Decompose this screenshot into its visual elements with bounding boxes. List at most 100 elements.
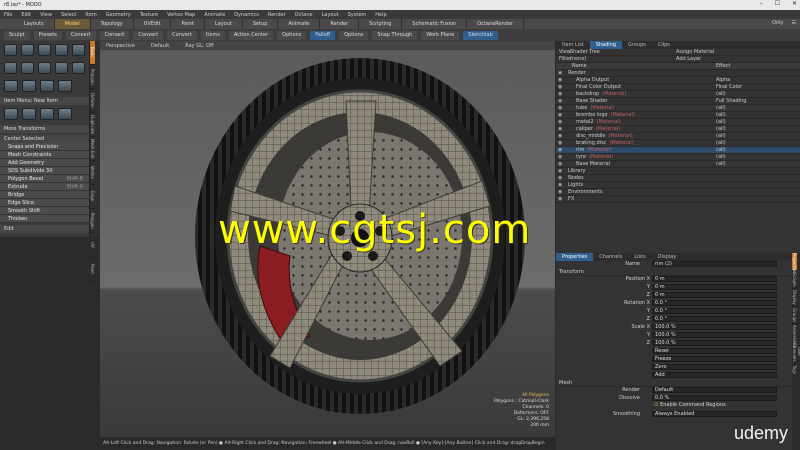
eye-icon[interactable]: ◉ <box>558 140 562 147</box>
menu-vertex-map[interactable]: Vertex Map <box>167 12 195 18</box>
shader-tab-shading[interactable]: Shading <box>589 41 623 49</box>
props-side-tab-groups[interactable]: Groups <box>792 307 797 325</box>
tool-extrude[interactable]: Extrude Shift-X <box>0 183 89 191</box>
side-tab-mesh-edit[interactable]: Mesh Edit <box>90 137 95 161</box>
shader-row[interactable]: ◉ rim (Material) (all) <box>556 147 800 154</box>
tab-setup[interactable]: Setup <box>243 19 279 29</box>
eye-icon[interactable]: ◉ <box>558 175 562 182</box>
eye-icon[interactable]: ◉ <box>558 189 562 196</box>
transform-icon[interactable] <box>58 108 72 120</box>
shader-row[interactable]: ◉ backdrop (Material) (all) <box>556 91 800 98</box>
filter-dropdown[interactable]: (none) <box>570 56 586 63</box>
props-side-tab-display[interactable]: Display <box>792 289 797 307</box>
scale-icon[interactable] <box>40 108 54 120</box>
toolbar-falloff-button[interactable]: Falloff <box>310 30 336 40</box>
transform-field[interactable]: 100.0 % <box>652 324 777 330</box>
shader-row[interactable]: ◉ Alpha Output Alpha <box>556 77 800 84</box>
props-tab-channels[interactable]: Channels <box>593 253 628 261</box>
tool-mesh-constraints[interactable]: Mesh Constraints <box>0 151 89 159</box>
toolbar-convert-button[interactable]: Convert <box>65 30 96 40</box>
cone-icon[interactable] <box>55 44 68 56</box>
more-transforms[interactable]: More Transforms <box>0 125 89 133</box>
transform-field[interactable]: 0.0 ° <box>652 300 777 306</box>
props-side-tab-properties[interactable]: Properties <box>792 253 797 273</box>
shader-tab-item-list[interactable]: Item List <box>556 41 590 49</box>
side-tab-duplicate[interactable]: Duplicate <box>90 113 95 137</box>
menu-system[interactable]: System <box>348 12 367 18</box>
3d-viewport[interactable]: Perspective Default Ray GL: Off www.cgts… <box>100 41 555 437</box>
shader-row[interactable]: ◉ tyre (Material) (all) <box>556 154 800 161</box>
eye-icon[interactable]: ◉ <box>558 91 562 98</box>
props-side-tab-tags[interactable]: Tags <box>792 361 797 379</box>
tool-smooth-shift[interactable]: Smooth Shift <box>0 207 89 215</box>
rotate-icon[interactable] <box>22 108 36 120</box>
menu-select[interactable]: Select <box>61 12 76 18</box>
tab-layouts[interactable]: Layouts <box>14 19 55 29</box>
side-tab-edge[interactable]: Edge <box>90 185 95 209</box>
menu-octane[interactable]: Octane <box>295 12 313 18</box>
transform-reset-button[interactable]: Reset <box>652 348 777 354</box>
view-style[interactable]: Default <box>151 43 169 49</box>
eye-icon[interactable]: ◉ <box>558 84 562 91</box>
tool-add-geometry[interactable]: Add Geometry <box>0 159 89 167</box>
transform-zero-button[interactable]: Zero <box>652 364 777 370</box>
eye-icon[interactable]: ◉ <box>558 182 562 189</box>
mesh-icon[interactable] <box>40 80 54 92</box>
menu-file[interactable]: File <box>4 12 12 18</box>
eye-icon[interactable]: ◉ <box>558 98 562 105</box>
view-dropdown[interactable]: Shader Tree <box>570 49 600 56</box>
tab-scripting[interactable]: Scripting <box>359 19 403 29</box>
menu-help[interactable]: Help <box>375 12 386 18</box>
menu-edit[interactable]: Edit <box>21 12 31 18</box>
props-tab-lists[interactable]: Lists <box>628 253 651 261</box>
ellipsoid-icon[interactable] <box>21 62 34 74</box>
tab-layout[interactable]: Layout <box>205 19 243 29</box>
shader-row[interactable]: ◉ braking disc (Material) (all) <box>556 140 800 147</box>
eye-icon[interactable]: ◉ <box>558 147 562 154</box>
item-menu-label[interactable]: Item Menu: New Item <box>0 97 89 105</box>
shader-row[interactable]: ◉ FX <box>556 196 800 203</box>
toolbar-convert-button[interactable]: Convert <box>167 30 197 40</box>
props-side-tab-user-channels[interactable]: User Channels <box>792 343 800 362</box>
gear-icon[interactable] <box>4 80 18 92</box>
eye-icon[interactable]: ◉ <box>558 105 562 112</box>
menu-layout[interactable]: Layout <box>322 12 339 18</box>
transform-freeze-button[interactable]: Freeze <box>652 356 777 362</box>
props-side-tab-scripts[interactable]: Scripts <box>792 271 797 289</box>
eye-icon[interactable]: ◉ <box>558 161 562 168</box>
side-tab-uv[interactable]: UV <box>90 233 95 257</box>
tab-octanerender[interactable]: OctaneRender <box>467 19 524 29</box>
tab-paint[interactable]: Paint <box>171 19 205 29</box>
side-tab-paint[interactable]: Paint <box>90 257 95 281</box>
shader-row[interactable]: ◉ caliper (Material) (all) <box>556 126 800 133</box>
side-tab-polygon[interactable]: Polygon <box>90 65 95 89</box>
eye-icon[interactable]: ◉ <box>558 126 562 133</box>
toolbar-presets-button[interactable]: Presets <box>33 30 62 40</box>
shader-row[interactable]: ◉ Library <box>556 168 800 175</box>
eye-icon[interactable]: ◉ <box>558 77 562 84</box>
transform-field[interactable]: 0 m <box>652 276 777 282</box>
cylinder-icon[interactable] <box>38 44 51 56</box>
eye-icon[interactable]: ◉ <box>558 112 562 119</box>
eye-icon[interactable]: ◉ <box>558 119 562 126</box>
transform-field[interactable]: 0 m <box>652 284 777 290</box>
toolbar-convert-button[interactable]: Convert <box>99 30 130 40</box>
shader-row[interactable]: ◉ brembo logo (Material) (all) <box>556 112 800 119</box>
name-field[interactable]: rim (2) <box>652 261 777 267</box>
wedge-icon[interactable] <box>72 62 85 74</box>
minimize-button[interactable]: – <box>760 0 763 7</box>
pen-icon[interactable] <box>55 62 68 74</box>
shader-row[interactable]: ◉ Render <box>556 70 800 77</box>
smoothing-dropdown[interactable]: Always Enabled <box>652 411 777 417</box>
side-tab-basic[interactable]: Basic <box>90 41 95 65</box>
menu-texture[interactable]: Texture <box>140 12 158 18</box>
toolbar-sketchlab-button[interactable]: Sketchlab <box>463 30 498 40</box>
shader-row[interactable]: ◉ Base Shader Full Shading <box>556 98 800 105</box>
shader-row[interactable]: ◉ Environments <box>556 189 800 196</box>
menu-render[interactable]: Render <box>268 12 286 18</box>
text-icon[interactable] <box>38 62 51 74</box>
tool-sds-subdivide-3x[interactable]: SDS Subdivide 3X <box>0 167 89 175</box>
toolbar-action-center-button[interactable]: Action Center <box>228 30 274 40</box>
shader-tab-clips[interactable]: Clips <box>652 41 676 49</box>
eye-icon[interactable]: ◉ <box>558 196 562 203</box>
